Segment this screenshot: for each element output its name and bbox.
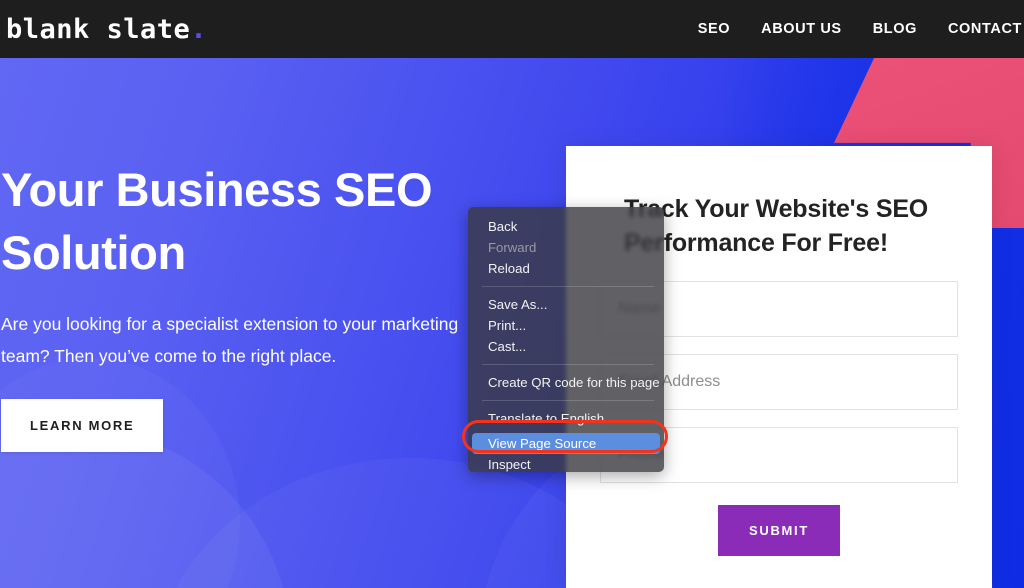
menu-item-reload[interactable]: Reload xyxy=(472,258,660,279)
nav-item-contact[interactable]: CONTACT xyxy=(948,21,1022,37)
nav-item-seo[interactable]: SEO xyxy=(698,21,730,37)
menu-item-save-as[interactable]: Save As... xyxy=(472,294,660,315)
nav-item-about-us[interactable]: ABOUT US xyxy=(761,21,842,37)
menu-item-forward: Forward xyxy=(488,240,537,255)
menu-separator xyxy=(482,364,654,365)
menu-item-inspect[interactable]: Inspect xyxy=(472,454,660,472)
menu-item-translate-to-english[interactable]: Translate to English xyxy=(472,408,660,429)
browser-context-menu: Back Forward Reload Save As... Print... … xyxy=(468,207,664,472)
submit-button[interactable]: SUBMIT xyxy=(717,505,841,556)
main-navigation: SEO ABOUT US BLOG CONTACT xyxy=(698,21,1024,37)
browser-page: blank slate. SEO ABOUT US BLOG CONTACT Y… xyxy=(0,0,1024,588)
logo-dot: . xyxy=(190,13,208,45)
menu-item-create-qr-code[interactable]: Create QR code for this page xyxy=(472,372,660,393)
hero-subtitle: Are you looking for a specialist extensi… xyxy=(1,313,459,366)
menu-separator xyxy=(482,286,654,287)
hero-title: Your Business SEO Solution xyxy=(1,163,433,280)
site-logo[interactable]: blank slate. xyxy=(0,14,207,45)
menu-item-print[interactable]: Print... xyxy=(472,315,660,336)
learn-more-button[interactable]: LEARN MORE xyxy=(1,398,164,452)
menu-separator xyxy=(482,400,654,401)
submit-row: SUBMIT xyxy=(600,505,958,556)
hero-copy: Your Business SEO Solution Are you looki… xyxy=(0,158,520,452)
menu-item-cast[interactable]: Cast... xyxy=(472,336,660,357)
menu-item-back[interactable]: Back xyxy=(472,216,660,237)
logo-text: blank slate xyxy=(6,13,191,45)
menu-item-view-page-source[interactable]: View Page Source xyxy=(472,433,660,454)
nav-item-blog[interactable]: BLOG xyxy=(873,21,917,37)
site-header: blank slate. SEO ABOUT US BLOG CONTACT xyxy=(0,0,1024,58)
